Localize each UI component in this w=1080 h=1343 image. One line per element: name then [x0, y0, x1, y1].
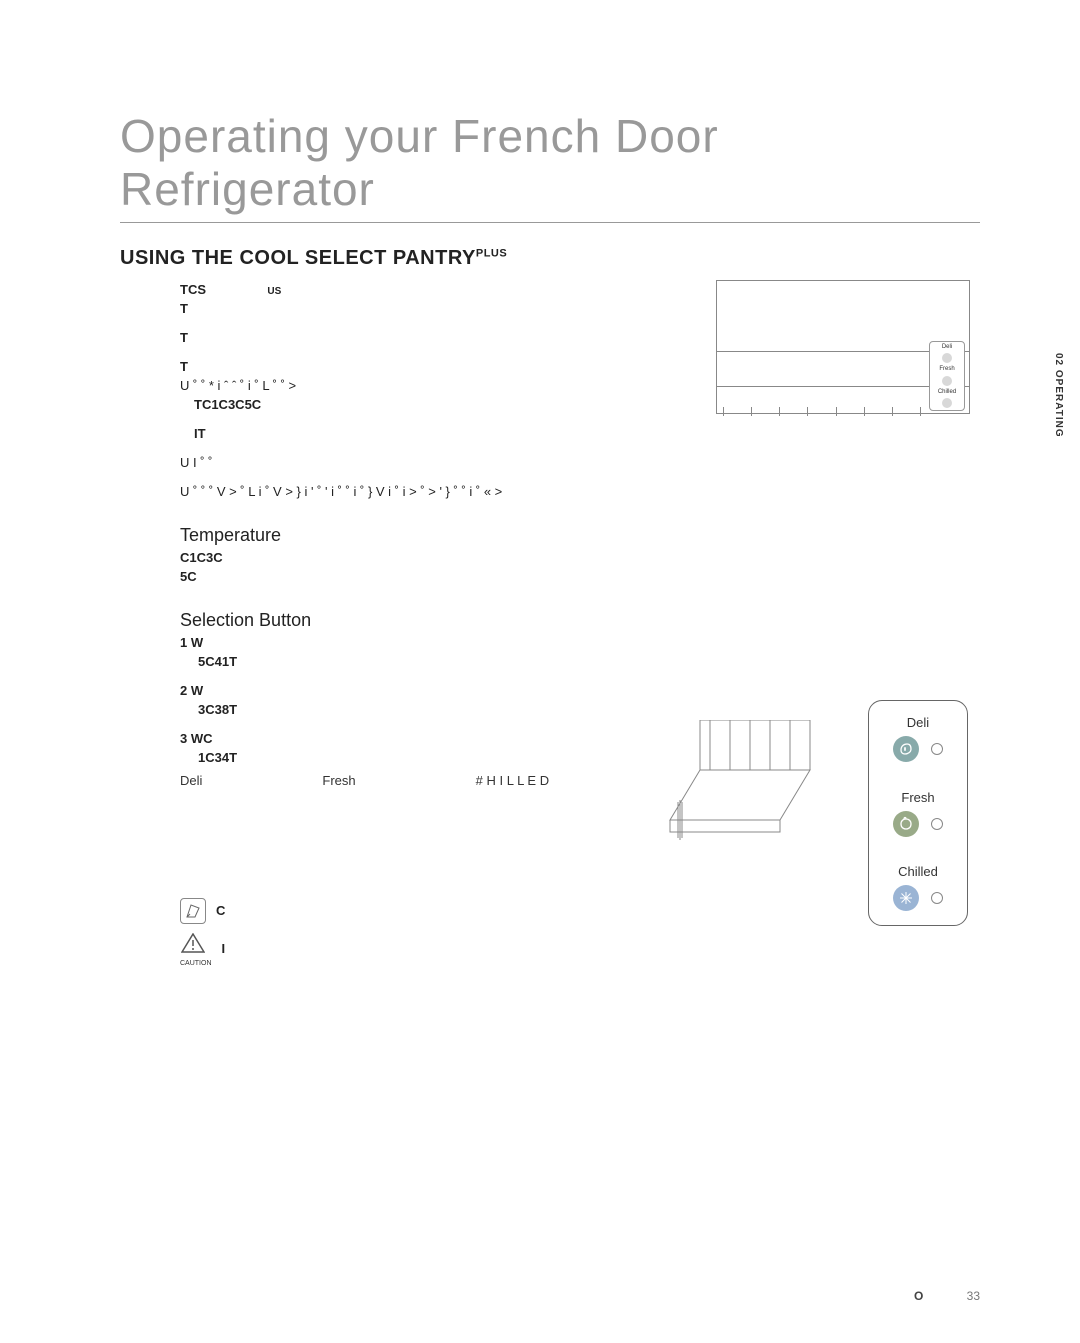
sel-3b: 1C34T	[180, 750, 980, 765]
chilled-icon[interactable]	[893, 885, 919, 911]
intro-l3: T	[180, 330, 980, 345]
deli-indicator	[931, 743, 943, 755]
intro-l1b: US	[267, 286, 281, 297]
temperature-heading: Temperature	[180, 525, 980, 546]
intro-l9: U ˚ ˚ ˚ V > ˚ L i ˚ V > } i ' ˚ ' i ˚ ˚ …	[180, 484, 980, 499]
fresh-indicator	[931, 818, 943, 830]
chilled-indicator	[931, 892, 943, 904]
temperature-control-panel: Deli Fresh Chilled	[868, 700, 968, 926]
fresh-icon[interactable]	[893, 811, 919, 837]
temperature-l1: C1C3C	[180, 550, 980, 565]
temperature-l2: 5C	[180, 569, 980, 584]
labels-deli: Deli	[180, 773, 202, 788]
sel-3a: 3 WC	[180, 731, 980, 746]
note-2: I	[222, 941, 226, 956]
intro-l8: U I ˚ ˚	[180, 455, 980, 470]
footer-page-number: 33	[967, 1289, 980, 1303]
sel-1b: 5C41T	[180, 654, 980, 669]
panel-fresh-label: Fresh	[879, 790, 957, 805]
selection-heading: Selection Button	[180, 610, 980, 631]
caution-icon	[180, 930, 206, 956]
sel-1a: 1 W	[180, 635, 980, 650]
intro-l6: TC1C3C5C	[180, 397, 980, 412]
intro-l7: ΙΤ	[180, 426, 980, 441]
caution-label: CAUTION	[180, 960, 212, 967]
section-heading-text: USING THE COOL SELECT PANTRY	[120, 247, 476, 269]
panel-deli-label: Deli	[879, 715, 957, 730]
section-heading-sup: PLUS	[476, 247, 507, 259]
section-heading: USING THE COOL SELECT PANTRYPLUS	[120, 247, 980, 270]
drawer-open-illustration	[660, 720, 820, 840]
page-footer: O 33	[914, 1289, 980, 1303]
intro-l1a: TCS	[180, 282, 206, 297]
panel-chilled-label: Chilled	[879, 864, 957, 879]
sel-2a: 2 W	[180, 683, 980, 698]
labels-chilled: # H I L L E D	[476, 773, 549, 788]
note-1: C	[216, 903, 225, 918]
intro-l2: T	[180, 301, 980, 316]
note-icon	[180, 898, 206, 924]
sel-2b: 3C38T	[180, 702, 980, 717]
labels-fresh: Fresh	[322, 773, 355, 788]
footer-section: O	[914, 1289, 923, 1303]
deli-icon[interactable]	[893, 736, 919, 762]
page-title: Operating your French Door Refrigerator	[120, 110, 980, 223]
intro-l4: T	[180, 359, 980, 374]
intro-l5: U ˚ ˚ * i ˆ ˆ ˚ i ˚ L ˚ ˚ >	[180, 378, 980, 393]
